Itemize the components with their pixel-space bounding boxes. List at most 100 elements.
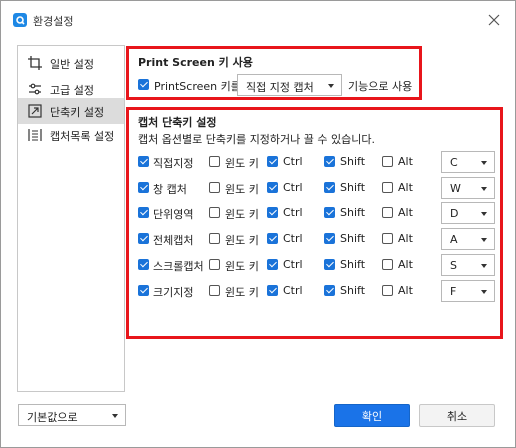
shift-checkbox[interactable] [324,182,335,193]
shortcut-enable-checkbox[interactable] [138,156,149,167]
select-value: C [450,156,458,169]
shortcuts-description: 캡처 옵션별로 단축키를 지정하거나 끌 수 있습니다. [138,133,375,146]
alt-checkbox[interactable] [382,156,393,167]
ctrl-label: Ctrl [283,206,303,219]
ctrl-checkbox[interactable] [267,207,278,218]
shift-label: Shift [340,284,366,297]
chevron-down-icon [481,290,487,294]
select-value: 기본값으로 [27,411,78,424]
alt-label: Alt [398,206,413,219]
ctrl-checkbox[interactable] [267,156,278,167]
crop-icon [28,56,42,70]
close-icon[interactable] [487,13,501,27]
settings-window: 환경설정 일반 설정 고급 설정 단축키 설정 캡처목록 설정 Print Sc… [0,0,516,448]
printscreen-function-select[interactable]: 직접 지정 캡처 [237,74,342,96]
alt-checkbox[interactable] [382,259,393,270]
chevron-down-icon [112,414,118,418]
shift-checkbox[interactable] [324,259,335,270]
shift-checkbox[interactable] [324,233,335,244]
shortcut-key-select[interactable]: A [441,228,495,250]
win-key-label: 윈도 키 [225,260,259,273]
shortcut-enable-checkbox[interactable] [138,207,149,218]
sidebar-item-label: 일반 설정 [50,58,94,71]
app-logo-icon [13,13,27,27]
shortcut-key-select[interactable]: S [441,254,495,276]
chevron-down-icon [481,212,487,216]
defaults-select[interactable]: 기본값으로 [18,404,126,426]
select-value: W [450,182,461,195]
alt-label: Alt [398,258,413,271]
shortcut-key-select[interactable]: C [441,151,495,173]
shortcut-enable-checkbox[interactable] [138,182,149,193]
win-key-checkbox[interactable] [209,259,220,270]
win-key-checkbox[interactable] [209,233,220,244]
shortcut-enable-checkbox[interactable] [138,285,149,296]
shortcut-key-select[interactable]: W [441,177,495,199]
shortcut-key-select[interactable]: F [441,280,495,302]
window-title: 환경설정 [33,15,74,28]
chevron-down-icon [481,187,487,191]
shift-label: Shift [340,155,366,168]
win-key-checkbox[interactable] [209,156,220,167]
ctrl-label: Ctrl [283,258,303,271]
win-key-label: 윈도 키 [225,208,259,221]
shift-label: Shift [340,206,366,219]
select-value: F [450,285,457,298]
shift-label: Shift [340,181,366,194]
list-icon [28,128,42,142]
shift-checkbox[interactable] [324,156,335,167]
alt-checkbox[interactable] [382,285,393,296]
shortcut-enable-checkbox[interactable] [138,259,149,270]
settings-sidebar: 일반 설정 고급 설정 단축키 설정 캡처목록 설정 [17,45,125,392]
printscreen-suffix: 기능으로 사용 [348,80,413,93]
shortcut-name: 창 캡처 [153,183,187,196]
sidebar-item-label: 캡처목록 설정 [50,130,115,143]
sidebar-item-label: 고급 설정 [50,84,94,97]
ctrl-checkbox[interactable] [267,182,278,193]
select-value: A [450,233,458,246]
alt-checkbox[interactable] [382,207,393,218]
printscreen-title: Print Screen 키 사용 [138,56,253,69]
shift-checkbox[interactable] [324,285,335,296]
shift-label: Shift [340,258,366,271]
alt-label: Alt [398,181,413,194]
sidebar-item-label: 단축키 설정 [50,106,105,119]
chevron-down-icon [481,264,487,268]
alt-checkbox[interactable] [382,182,393,193]
ok-button[interactable]: 확인 [334,404,410,427]
ctrl-checkbox[interactable] [267,233,278,244]
shortcut-key-select[interactable]: D [441,202,495,224]
alt-label: Alt [398,155,413,168]
ctrl-label: Ctrl [283,232,303,245]
ctrl-label: Ctrl [283,284,303,297]
ctrl-checkbox[interactable] [267,285,278,296]
ctrl-label: Ctrl [283,181,303,194]
chevron-down-icon [328,84,334,88]
select-value: 직접 지정 캡처 [246,81,314,94]
chevron-down-icon [481,161,487,165]
win-key-label: 윈도 키 [225,183,259,196]
shortcut-name: 단위영역 [153,208,194,221]
select-value: D [450,207,459,220]
select-value: S [450,259,457,272]
printscreen-checkbox[interactable] [138,79,149,90]
ctrl-checkbox[interactable] [267,259,278,270]
shortcut-enable-checkbox[interactable] [138,233,149,244]
sidebar-item-shortcuts[interactable]: 단축키 설정 [18,98,124,124]
win-key-checkbox[interactable] [209,285,220,296]
sidebar-item-general[interactable]: 일반 설정 [18,50,124,76]
alt-label: Alt [398,232,413,245]
win-key-label: 윈도 키 [225,234,259,247]
alt-checkbox[interactable] [382,233,393,244]
cancel-button[interactable]: 취소 [419,404,495,427]
win-key-checkbox[interactable] [209,182,220,193]
shortcut-name: 전체캡처 [153,234,194,247]
shortcut-name: 크기지정 [153,286,194,299]
alt-label: Alt [398,284,413,297]
shift-label: Shift [340,232,366,245]
printscreen-checkbox-label: PrintScreen 키를 [154,80,241,93]
shortcut-arrow-icon [28,104,42,118]
shift-checkbox[interactable] [324,207,335,218]
sidebar-item-capture-list[interactable]: 캡처목록 설정 [18,122,124,148]
win-key-checkbox[interactable] [209,207,220,218]
